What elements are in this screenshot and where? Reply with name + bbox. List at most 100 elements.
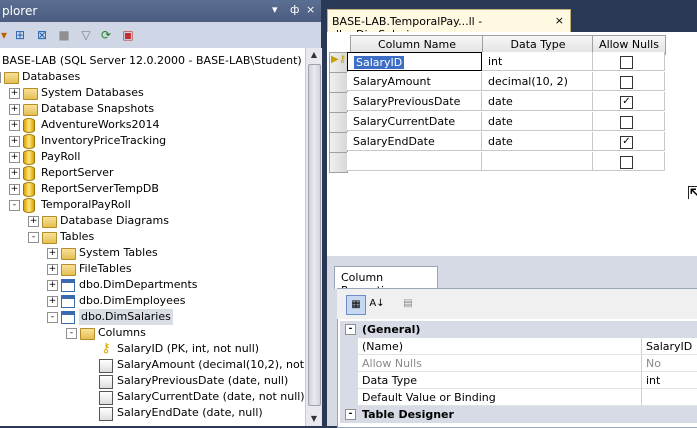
mouse-cursor-icon: ⇱	[687, 183, 697, 204]
allow-nulls-checkbox[interactable]	[620, 56, 633, 69]
data-type-cell[interactable]: int	[482, 52, 593, 71]
expand-icon[interactable]: +	[9, 152, 20, 163]
expand-icon[interactable]: +	[9, 136, 20, 147]
scrollbar-thumb[interactable]	[308, 64, 321, 406]
folder-icon	[42, 232, 57, 244]
column-icon	[99, 375, 113, 389]
expand-icon[interactable]: +	[9, 88, 20, 99]
column-name-cell[interactable]: SalaryAmount	[347, 72, 482, 91]
object-explorer-scrollbar[interactable]: ▲ ▼	[305, 48, 322, 426]
object-explorer-title: plorer	[2, 4, 38, 18]
property-row[interactable]: Default Value or Binding	[340, 389, 697, 406]
folder-icon	[42, 216, 57, 228]
collapse-icon[interactable]: -	[47, 312, 58, 323]
folder-icon	[23, 104, 38, 116]
column-name-cell[interactable]: SalaryPreviousDate	[347, 92, 482, 111]
connect-icon[interactable]: ⊞	[12, 27, 28, 43]
property-value[interactable]: int	[646, 372, 660, 389]
disconnect-icon[interactable]: ⊠	[34, 27, 50, 43]
tree-node-label: SalaryPreviousDate (date, null)	[117, 374, 289, 387]
tree-node-label: FileTables	[79, 262, 132, 275]
row-header[interactable]	[329, 152, 348, 173]
expand-icon[interactable]: +	[28, 216, 39, 227]
property-pages-icon[interactable]: ▤	[399, 295, 417, 313]
column-name-cell[interactable]: SalaryID	[347, 52, 482, 71]
allow-nulls-checkbox[interactable]	[620, 76, 633, 89]
allow-nulls-cell[interactable]: ✓	[593, 132, 665, 151]
tree-node-label: System Databases	[41, 86, 144, 99]
collapse-icon[interactable]: -	[9, 200, 20, 211]
connect-dropdown-icon[interactable]: ▾	[0, 27, 12, 43]
expand-icon[interactable]: +	[9, 120, 20, 131]
data-type-cell[interactable]: date	[482, 132, 593, 151]
tree-node-label: Columns	[98, 326, 146, 339]
allow-nulls-checkbox[interactable]	[620, 116, 633, 129]
tree-node-label: SalaryCurrentDate (date, not null)	[117, 390, 305, 403]
tab-table-designer[interactable]: BASE-LAB.TemporalPay...ll - dbo.DimSalar…	[327, 9, 571, 41]
property-gutter	[340, 338, 358, 355]
collapse-icon[interactable]: -	[345, 324, 356, 335]
row-header[interactable]	[329, 72, 348, 93]
allow-nulls-checkbox[interactable]	[620, 156, 633, 169]
property-category[interactable]: - (General)	[340, 321, 697, 338]
expand-icon[interactable]: +	[9, 168, 20, 179]
dropdown-icon[interactable]: ▾	[272, 3, 278, 16]
expand-icon[interactable]: +	[9, 104, 20, 115]
data-type-cell[interactable]: date	[482, 112, 593, 131]
allow-nulls-cell[interactable]	[593, 52, 665, 71]
stop-icon[interactable]: ■	[56, 27, 72, 43]
column-name-cell[interactable]: SalaryCurrentDate	[347, 112, 482, 131]
collapse-icon[interactable]: -	[345, 409, 356, 420]
expand-icon[interactable]: +	[47, 280, 58, 291]
expand-icon[interactable]: +	[9, 184, 20, 195]
row-header[interactable]: ▶⚷	[329, 52, 348, 73]
property-category[interactable]: - Table Designer	[340, 406, 697, 423]
collapse-icon[interactable]: -	[28, 232, 39, 243]
expand-icon[interactable]: +	[47, 264, 58, 275]
folder-icon	[61, 248, 76, 260]
allow-nulls-checkbox[interactable]: ✓	[620, 96, 633, 109]
pin-icon[interactable]: ф	[290, 3, 299, 16]
allow-nulls-checkbox[interactable]: ✓	[620, 136, 633, 149]
alphabetical-icon[interactable]: A↓	[368, 295, 386, 313]
row-header[interactable]	[329, 112, 348, 133]
property-row[interactable]: Data Type int	[340, 372, 697, 389]
tree-node-label: ReportServer	[41, 166, 114, 179]
scroll-down-icon[interactable]: ▼	[306, 412, 322, 426]
property-value[interactable]: SalaryID	[646, 338, 692, 355]
allow-nulls-cell[interactable]: ✓	[593, 92, 665, 111]
filter-icon[interactable]: ▽	[78, 27, 94, 43]
column-name-cell[interactable]: SalaryEndDate	[347, 132, 482, 151]
row-header[interactable]	[329, 92, 348, 113]
expand-icon[interactable]: +	[47, 248, 58, 259]
properties-toolbar: ▦ A↓ ▤	[337, 289, 697, 319]
data-type-cell[interactable]: decimal(10, 2)	[482, 72, 593, 91]
table-icon	[61, 279, 75, 292]
tree-node-label: Databases	[22, 70, 81, 83]
tree-node-label: InventoryPriceTracking	[41, 134, 167, 147]
category-label: Table Designer	[362, 408, 454, 421]
tab-column-properties[interactable]: Column Properties	[334, 266, 438, 297]
tree-node-label: SalaryID (PK, int, not null)	[117, 342, 260, 355]
property-value[interactable]: No	[646, 355, 661, 372]
column-name-cell[interactable]	[347, 152, 482, 171]
property-row[interactable]: (Name) SalaryID	[340, 338, 697, 355]
allow-nulls-cell[interactable]	[593, 112, 665, 131]
activity-monitor-icon[interactable]: ▣	[120, 27, 136, 43]
close-icon[interactable]: ×	[306, 3, 315, 16]
refresh-icon[interactable]: ⟳	[98, 27, 114, 43]
object-explorer-tree: BASE-LAB (SQL Server 12.0.2000 - BASE-LA…	[0, 48, 305, 426]
collapse-icon[interactable]: -	[0, 72, 1, 83]
database-icon	[23, 134, 35, 149]
property-row[interactable]: Allow Nulls No	[340, 355, 697, 372]
collapse-icon[interactable]: -	[66, 328, 77, 339]
categorized-icon[interactable]: ▦	[346, 295, 366, 315]
scroll-up-icon[interactable]: ▲	[306, 48, 322, 62]
expand-icon[interactable]: +	[47, 296, 58, 307]
data-type-cell[interactable]: date	[482, 92, 593, 111]
row-header[interactable]	[329, 132, 348, 153]
data-type-cell[interactable]	[482, 152, 593, 171]
allow-nulls-cell[interactable]	[593, 72, 665, 91]
close-tab-icon[interactable]: ×	[555, 14, 564, 27]
allow-nulls-cell[interactable]	[593, 152, 665, 171]
